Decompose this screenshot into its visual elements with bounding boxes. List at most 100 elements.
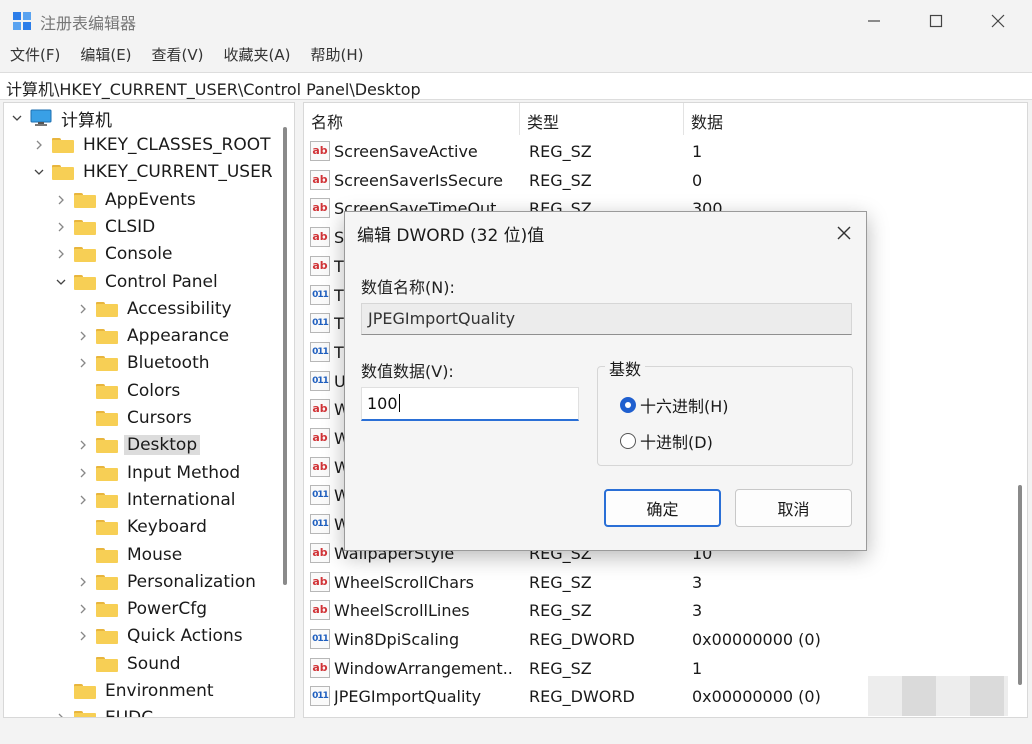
radio-hexadecimal[interactable]: 十六进制(H) bbox=[620, 393, 729, 417]
menu-favorites[interactable]: 收藏夹(A) bbox=[214, 42, 301, 70]
address-path[interactable]: 计算机\HKEY_CURRENT_USER\Control Panel\Desk… bbox=[6, 76, 421, 100]
chevron-right-icon[interactable] bbox=[54, 711, 68, 717]
tree-item[interactable]: Appearance bbox=[76, 323, 232, 349]
tree-item[interactable]: Desktop bbox=[76, 432, 201, 458]
watermark-image bbox=[868, 676, 1008, 716]
chevron-down-icon[interactable] bbox=[54, 275, 68, 289]
chevron-right-icon[interactable] bbox=[76, 493, 90, 507]
tree-item[interactable]: Accessibility bbox=[76, 296, 235, 322]
value-data-cell: 1 bbox=[692, 659, 703, 678]
tree-item[interactable]: AppEvents bbox=[54, 187, 199, 213]
tree-connector bbox=[76, 548, 90, 562]
value-data-cell: 3 bbox=[692, 573, 703, 592]
value-data-label: 数值数据(V): bbox=[361, 362, 454, 381]
folder-icon bbox=[96, 628, 118, 644]
value-name-cell: ScreenSaverIsSecure bbox=[334, 171, 503, 190]
tree-item[interactable]: CLSID bbox=[54, 214, 158, 240]
tree-item[interactable]: HKEY_CURRENT_USER bbox=[32, 159, 276, 185]
status-area bbox=[0, 718, 1032, 744]
folder-icon bbox=[74, 246, 96, 262]
chevron-right-icon[interactable] bbox=[54, 193, 68, 207]
folder-icon bbox=[96, 328, 118, 344]
chevron-right-icon[interactable] bbox=[76, 602, 90, 616]
value-type-cell: REG_SZ bbox=[529, 142, 592, 161]
string-value-icon: ab bbox=[310, 572, 330, 592]
tree-item[interactable]: Cursors bbox=[76, 405, 195, 431]
column-header-type[interactable]: 类型 bbox=[520, 103, 684, 135]
list-row[interactable]: ab WheelScrollChars REG_SZ 3 bbox=[304, 569, 1027, 597]
binary-value-icon: 011 bbox=[310, 485, 330, 505]
tree-item[interactable]: Sound bbox=[76, 651, 184, 677]
chevron-right-icon[interactable] bbox=[76, 438, 90, 452]
value-type-cell: REG_SZ bbox=[529, 171, 592, 190]
chevron-right-icon[interactable] bbox=[76, 575, 90, 589]
tree-item[interactable]: PowerCfg bbox=[76, 596, 210, 622]
pane-splitter[interactable] bbox=[296, 102, 303, 718]
cancel-button[interactable]: 取消 bbox=[735, 489, 852, 527]
tree-item[interactable]: International bbox=[76, 487, 239, 513]
tree-label: Accessibility bbox=[127, 299, 232, 319]
value-data-cell: 3 bbox=[692, 601, 703, 620]
value-name-field: JPEGImportQuality bbox=[361, 303, 852, 335]
chevron-down-icon[interactable] bbox=[32, 165, 46, 179]
menu-help[interactable]: 帮助(H) bbox=[300, 42, 373, 70]
tree-label: Mouse bbox=[127, 545, 183, 565]
tree-item[interactable]: Input Method bbox=[76, 460, 243, 486]
tree-item[interactable]: Quick Actions bbox=[76, 623, 246, 649]
tree-label: Environment bbox=[105, 681, 214, 701]
chevron-right-icon[interactable] bbox=[32, 138, 46, 152]
chevron-right-icon[interactable] bbox=[54, 220, 68, 234]
tree-connector bbox=[76, 384, 90, 398]
value-name-cell: ScreenSaveActive bbox=[334, 142, 478, 161]
tree-item-computer[interactable]: 计算机 bbox=[10, 105, 115, 131]
folder-icon bbox=[74, 274, 96, 290]
string-value-icon: ab bbox=[310, 658, 330, 678]
close-window-button[interactable] bbox=[976, 6, 1020, 36]
chevron-right-icon[interactable] bbox=[76, 356, 90, 370]
tree-item[interactable]: Console bbox=[54, 241, 176, 267]
radio-checked-icon[interactable] bbox=[620, 397, 636, 413]
column-header-name[interactable]: 名称 bbox=[304, 103, 520, 135]
chevron-right-icon[interactable] bbox=[76, 466, 90, 480]
dialog-close-button[interactable] bbox=[831, 220, 857, 246]
tree-scrollbar[interactable] bbox=[283, 127, 287, 585]
tree-connector bbox=[54, 684, 68, 698]
tree-item[interactable]: EUDC bbox=[54, 705, 156, 717]
tree-label-selected: Desktop bbox=[124, 435, 201, 455]
tree-label: HKEY_CLASSES_ROOT bbox=[83, 135, 271, 155]
tree-item[interactable]: HKEY_CLASSES_ROOT bbox=[32, 132, 274, 158]
tree-item[interactable]: Keyboard bbox=[76, 514, 210, 540]
menu-edit[interactable]: 编辑(E) bbox=[70, 42, 141, 70]
tree-label: PowerCfg bbox=[127, 599, 208, 619]
list-row[interactable]: ab ScreenSaveActive REG_SZ 1 bbox=[304, 138, 1027, 166]
chevron-right-icon[interactable] bbox=[76, 329, 90, 343]
menu-view[interactable]: 查看(V) bbox=[142, 42, 214, 70]
string-value-icon: ab bbox=[310, 141, 330, 161]
minimize-button[interactable] bbox=[852, 6, 896, 36]
list-scrollbar[interactable] bbox=[1018, 485, 1022, 685]
chevron-right-icon[interactable] bbox=[76, 302, 90, 316]
address-bar[interactable]: 计算机\HKEY_CURRENT_USER\Control Panel\Desk… bbox=[0, 72, 1032, 100]
chevron-down-icon[interactable] bbox=[10, 111, 24, 125]
dialog-title: 编辑 DWORD (32 位)值 bbox=[357, 226, 545, 246]
menu-file[interactable]: 文件(F) bbox=[0, 42, 70, 70]
ok-button[interactable]: 确定 bbox=[604, 489, 721, 527]
maximize-button[interactable] bbox=[914, 6, 958, 36]
chevron-right-icon[interactable] bbox=[76, 629, 90, 643]
radio-decimal[interactable]: 十进制(D) bbox=[620, 429, 713, 453]
tree-item[interactable]: Personalization bbox=[76, 569, 259, 595]
tree-item[interactable]: Mouse bbox=[76, 542, 185, 568]
column-header-data[interactable]: 数据 bbox=[684, 103, 1027, 135]
list-row[interactable]: ab WheelScrollLines REG_SZ 3 bbox=[304, 597, 1027, 625]
tree-item[interactable]: Bluetooth bbox=[76, 350, 213, 376]
list-row[interactable]: 011 Win8DpiScaling REG_DWORD 0x00000000 (0) bbox=[304, 626, 1027, 654]
string-value-icon: ab bbox=[310, 600, 330, 620]
tree-item[interactable]: Colors bbox=[76, 378, 183, 404]
value-data-input[interactable]: 100 bbox=[361, 387, 579, 421]
tree-item[interactable]: Environment bbox=[54, 678, 217, 704]
list-row[interactable]: ab ScreenSaverIsSecure REG_SZ 0 bbox=[304, 167, 1027, 195]
key-tree-pane[interactable]: 计算机 HKEY_CLASSES_ROOT HKEY_CURRENT_USER Ap… bbox=[3, 102, 295, 718]
chevron-right-icon[interactable] bbox=[54, 247, 68, 261]
tree-item[interactable]: Control Panel bbox=[54, 269, 221, 295]
radio-unchecked-icon[interactable] bbox=[620, 433, 636, 449]
